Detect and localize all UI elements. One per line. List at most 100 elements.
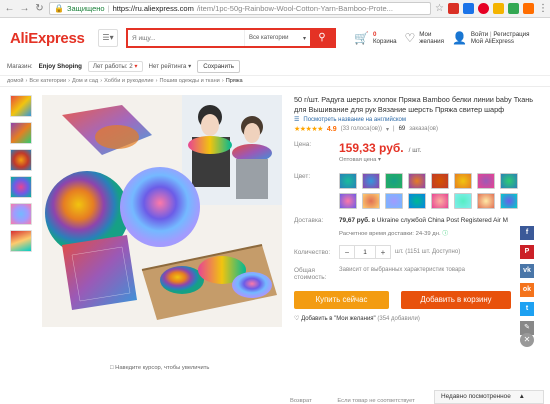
color-swatch[interactable] (408, 193, 426, 209)
back-icon[interactable]: ← (4, 3, 15, 14)
extension-icon[interactable] (448, 3, 459, 14)
odnoklassniki-icon[interactable]: ok (520, 283, 534, 297)
reload-icon[interactable]: ↻ (34, 3, 45, 14)
returns-label: Возврат (290, 398, 312, 404)
color-label: Цвет: (294, 173, 311, 180)
cart-link[interactable]: 🛒 0 Корзина (354, 31, 397, 45)
color-swatch[interactable] (385, 173, 403, 189)
aliexpress-logo[interactable]: AliExpress (10, 30, 90, 47)
wishlist-label-line2: желания (419, 38, 444, 45)
color-swatch[interactable] (339, 193, 357, 209)
register-link[interactable]: Регистрация (493, 31, 529, 38)
search-category-select[interactable]: Все категории ▾ (244, 30, 310, 46)
quantity-stepper: − 1 + (339, 245, 391, 259)
search-button[interactable]: ⚲ (310, 30, 334, 46)
pinterest-extension-icon[interactable] (478, 3, 489, 14)
color-swatch[interactable] (362, 173, 380, 189)
total-note: Зависит от выбранных характеристик товар… (339, 267, 465, 273)
color-swatches (339, 173, 518, 209)
price-unit: / шт. (408, 147, 422, 154)
login-link[interactable]: Войти (471, 31, 488, 38)
extension-icon[interactable] (523, 3, 534, 14)
color-swatch[interactable] (454, 173, 472, 189)
returns-text: Если товар не соответствует (337, 398, 415, 404)
thumbnail[interactable] (10, 95, 32, 117)
breadcrumb-item[interactable]: Пошив одежды и ткани (160, 78, 220, 84)
pinterest-icon[interactable]: P (520, 245, 534, 259)
vk-icon[interactable]: vk (520, 264, 534, 278)
shipping-text: в Ukraine службой China Post Registered … (371, 217, 508, 224)
color-swatch[interactable] (385, 193, 403, 209)
add-to-wishlist[interactable]: ♡ Добавить в "Мои желания" (354 добавили… (294, 315, 540, 322)
address-bar[interactable]: 🔒 Защищено | https://ru.aliexpress.com/i… (49, 2, 432, 15)
extension-icon[interactable] (493, 3, 504, 14)
categories-menu-button[interactable]: ☰▾ (98, 29, 118, 47)
store-years-badge[interactable]: Лет работы: 2 ▾ (87, 61, 143, 72)
quantity-increase-button[interactable]: + (376, 248, 390, 257)
translate-icon: ☰ (294, 117, 300, 123)
chevron-down-icon: ▾ (188, 63, 192, 70)
thumbnail[interactable] (10, 149, 32, 171)
quantity-input[interactable]: 1 (354, 245, 376, 259)
add-to-cart-button[interactable]: Добавить в корзину (401, 291, 511, 309)
wishlist-link[interactable]: ♡ Мои желания (405, 31, 444, 45)
product-main-image[interactable] (42, 95, 282, 327)
rating-votes[interactable]: (33 голоса(ов)) (341, 126, 382, 132)
store-name-link[interactable]: Enjoy Shoping (39, 63, 82, 70)
color-swatch[interactable] (408, 173, 426, 189)
chevron-down-icon: ▾ (377, 157, 381, 163)
chevron-down-icon: ▾ (302, 35, 306, 42)
color-swatch[interactable] (500, 173, 518, 189)
color-swatch[interactable] (477, 193, 495, 209)
breadcrumb-separator: › (155, 78, 158, 84)
breadcrumb-item[interactable]: Все категории (29, 78, 66, 84)
breadcrumb-item[interactable]: домой (7, 78, 23, 84)
store-rating[interactable]: Нет рейтинга ▾ (149, 63, 192, 70)
search-input[interactable] (128, 30, 244, 46)
breadcrumb-separator: › (68, 78, 70, 84)
search-category-label: Все категории (249, 35, 289, 41)
user-icon: 👤 (451, 30, 467, 45)
breadcrumb-separator: › (221, 78, 224, 84)
color-swatch[interactable] (431, 193, 449, 209)
thumbnail[interactable] (10, 176, 32, 198)
orders-label: заказа(ов) (409, 126, 438, 132)
shipping-info[interactable]: 79,67 руб. в Ukraine службой China Post … (339, 217, 534, 237)
breadcrumb-item[interactable]: Хобби и рукоделие (104, 78, 154, 84)
color-swatch[interactable] (477, 173, 495, 189)
quantity-row: Количество: − 1 + шт. (1151 шт. Доступно… (294, 245, 540, 259)
forward-icon[interactable]: → (19, 3, 30, 14)
extension-icon[interactable] (463, 3, 474, 14)
recently-viewed-label: Недавно посмотренное (441, 393, 511, 400)
omnibox-divider: | (107, 4, 110, 13)
color-swatch[interactable] (431, 173, 449, 189)
color-swatch[interactable] (454, 193, 472, 209)
shipping-row: Доставка: 79,67 руб. в Ukraine службой C… (294, 217, 540, 237)
my-aliexpress-link[interactable]: Мой AliExpress (471, 38, 530, 45)
wholesale-price-toggle[interactable]: Оптовая цена ▾ (339, 157, 540, 163)
extension-icon[interactable] (508, 3, 519, 14)
twitter-icon[interactable]: t (520, 302, 534, 316)
color-swatch[interactable] (362, 193, 380, 209)
recently-viewed-tab[interactable]: Недавно посмотренное ▲ (434, 390, 544, 404)
product-info: 50 г/шт. Радуга шерсть хлопок Пряжа Bamb… (282, 95, 540, 327)
close-icon[interactable]: ✕ (520, 333, 534, 347)
save-store-button[interactable]: Сохранить (197, 60, 240, 73)
english-title-link[interactable]: Посмотреть название на английском (303, 117, 406, 123)
chevron-up-icon: ▲ (518, 393, 525, 400)
thumbnail[interactable] (10, 122, 32, 144)
thumbnail[interactable] (10, 203, 32, 225)
browser-menu-icon[interactable]: ⋮ (538, 3, 548, 14)
breadcrumb-item[interactable]: Дом и сад (72, 78, 98, 84)
thumbnail[interactable] (10, 230, 32, 252)
delivery-time: Расчетное время доставки: 24-39 дн. ⓘ (339, 228, 534, 237)
returns-row: Возврат Если товар не соответствует (290, 398, 415, 404)
quantity-decrease-button[interactable]: − (340, 248, 354, 257)
price-value: 159,33 руб. (339, 141, 404, 155)
buy-now-button[interactable]: Купить сейчас (294, 291, 389, 309)
facebook-icon[interactable]: f (520, 226, 534, 240)
product-title: 50 г/шт. Радуга шерсть хлопок Пряжа Bamb… (294, 95, 534, 114)
color-swatch[interactable] (500, 193, 518, 209)
bookmark-star-icon[interactable]: ☆ (435, 3, 444, 14)
color-swatch[interactable] (339, 173, 357, 189)
